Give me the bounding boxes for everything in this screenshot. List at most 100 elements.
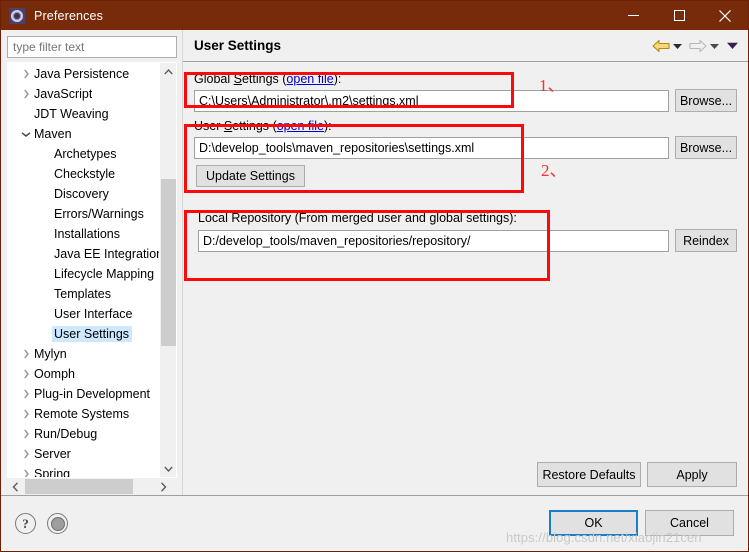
forward-menu-chevron-down-icon[interactable]	[710, 43, 719, 49]
global-browse-button[interactable]: Browse...	[675, 89, 737, 112]
tree-item-java-ee-integration[interactable]: Java EE Integration	[8, 244, 159, 264]
tree-item-oomph[interactable]: Oomph	[8, 364, 159, 384]
user-label-end: ):	[323, 119, 332, 133]
preferences-sidebar: type filter text Java Persistence JavaScr…	[1, 30, 182, 495]
preferences-window: Preferences type filter text Java Persis…	[0, 0, 749, 552]
tree-item-lifecycle-mapping[interactable]: Lifecycle Mapping	[8, 264, 159, 284]
tree-item-spring[interactable]: Spring	[8, 464, 159, 477]
tree-item-java-persistence[interactable]: Java Persistence	[8, 64, 159, 84]
chevron-right-icon[interactable]	[18, 69, 34, 79]
tree-item-user-settings[interactable]: User Settings	[8, 324, 159, 344]
scroll-right-icon[interactable]	[155, 478, 172, 495]
tree-item-server[interactable]: Server	[8, 444, 159, 464]
tree-item-installations[interactable]: Installations	[8, 224, 159, 244]
tree-item-label: Checkstyle	[54, 167, 116, 181]
apply-button[interactable]: Apply	[647, 462, 737, 487]
tree-item-user-interface[interactable]: User Interface	[8, 304, 159, 324]
scroll-up-icon[interactable]	[160, 63, 176, 80]
minimize-button[interactable]	[610, 1, 656, 30]
shell-status-icon[interactable]	[47, 513, 68, 534]
global-settings-input[interactable]: C:\Users\Administrator\.m2\settings.xml	[194, 89, 669, 112]
tree-item-label: Spring	[34, 467, 71, 477]
dialog-body: type filter text Java Persistence JavaScr…	[1, 30, 748, 495]
tree-item-label: User Interface	[54, 307, 133, 321]
chevron-right-icon[interactable]	[18, 429, 34, 439]
gear-icon	[9, 7, 25, 24]
tree-item-checkstyle[interactable]: Checkstyle	[8, 164, 159, 184]
tree-item-label: Lifecycle Mapping	[54, 267, 155, 281]
tree-vertical-scrollbar[interactable]	[159, 63, 176, 477]
chevron-right-icon[interactable]	[18, 369, 34, 379]
chevron-down-icon[interactable]	[18, 131, 34, 138]
global-label-mnemonic: S	[233, 72, 242, 86]
tree-item-remote-systems[interactable]: Remote Systems	[8, 404, 159, 424]
tree-item-label: Installations	[54, 227, 121, 241]
scroll-left-icon[interactable]	[7, 478, 24, 495]
user-settings-label: User Settings (open file):	[194, 119, 737, 133]
filter-input[interactable]: type filter text	[7, 36, 177, 58]
local-repository-label: Local Repository (From merged user and g…	[198, 211, 517, 225]
update-settings-button[interactable]: Update Settings	[196, 165, 305, 187]
tree-item-archetypes[interactable]: Archetypes	[8, 144, 159, 164]
help-icon[interactable]: ?	[15, 513, 36, 534]
tree-item-jdt-weaving[interactable]: JDT Weaving	[8, 104, 159, 124]
tree-item-label: Java Persistence	[34, 67, 130, 81]
view-menu-chevron-down-icon[interactable]	[727, 42, 738, 49]
tree-item-label: JDT Weaving	[34, 107, 109, 121]
tree-item-javascript[interactable]: JavaScript	[8, 84, 159, 104]
chevron-right-icon[interactable]	[18, 449, 34, 459]
global-label-end: ):	[333, 72, 342, 86]
tree-item-label: Server	[34, 447, 71, 461]
annotation-number-2: 2、	[541, 161, 567, 180]
forward-arrow-icon[interactable]	[689, 39, 707, 53]
global-open-file-link[interactable]: open file	[286, 72, 333, 86]
dialog-footer: ? OK Cancel https://blog.csdn.net/xiaoji…	[1, 495, 748, 551]
global-settings-label: Global Settings (open file):	[194, 72, 737, 86]
local-repository-input: D:/develop_tools/maven_repositories/repo…	[198, 229, 669, 252]
scroll-down-icon[interactable]	[160, 460, 176, 477]
user-open-file-link[interactable]: open file	[277, 119, 324, 133]
global-label-suffix: ettings (	[241, 72, 287, 86]
tree-horizontal-scrollbar[interactable]	[7, 478, 172, 495]
settings-action-buttons: Restore Defaults Apply	[537, 462, 737, 487]
chevron-right-icon[interactable]	[18, 409, 34, 419]
chevron-right-icon[interactable]	[18, 89, 34, 99]
chevron-right-icon[interactable]	[18, 389, 34, 399]
tree-item-label: Templates	[54, 287, 111, 301]
tree-item-label: Java EE Integration	[54, 247, 159, 261]
back-arrow-icon[interactable]	[652, 39, 670, 53]
watermark-text: https://blog.csdn.net/xiaojin21cen	[506, 530, 702, 545]
window-controls	[610, 1, 748, 30]
restore-defaults-button[interactable]: Restore Defaults	[537, 462, 641, 487]
tree-item-label: Discovery	[54, 187, 109, 201]
tree-item-maven[interactable]: Maven	[8, 124, 159, 144]
tree-item-label: Mylyn	[34, 347, 67, 361]
settings-panel: User Settings Global Settings (open file…	[182, 30, 748, 495]
user-browse-button[interactable]: Browse...	[675, 136, 737, 159]
tree-scrollbar-thumb[interactable]	[161, 179, 176, 346]
tree-item-label: Run/Debug	[34, 427, 98, 441]
tree-item-plug-in-development[interactable]: Plug-in Development	[8, 384, 159, 404]
page-title: User Settings	[194, 38, 282, 53]
title-bar: Preferences	[1, 1, 748, 30]
tree-item-label: Oomph	[34, 367, 75, 381]
tree-item-label: JavaScript	[34, 87, 93, 101]
tree-hscrollbar-thumb[interactable]	[25, 479, 133, 494]
chevron-right-icon[interactable]	[18, 349, 34, 359]
tree-items-container: Java Persistence JavaScript JDT Weaving Mav…	[8, 63, 159, 477]
user-label-prefix: User	[194, 119, 224, 133]
user-label-suffix: ettings (	[232, 119, 277, 133]
settings-content: Global Settings (open file): C:\Users\Ad…	[183, 62, 748, 495]
close-button[interactable]	[702, 1, 748, 30]
tree-item-discovery[interactable]: Discovery	[8, 184, 159, 204]
tree-item-run-debug[interactable]: Run/Debug	[8, 424, 159, 444]
window-title: Preferences	[34, 8, 104, 23]
maximize-button[interactable]	[656, 1, 702, 30]
chevron-right-icon[interactable]	[18, 469, 34, 477]
tree-item-errors-warnings[interactable]: Errors/Warnings	[8, 204, 159, 224]
user-settings-input[interactable]: D:\develop_tools\maven_repositories\sett…	[194, 136, 669, 159]
reindex-button[interactable]: Reindex	[675, 229, 737, 252]
tree-item-templates[interactable]: Templates	[8, 284, 159, 304]
tree-item-mylyn[interactable]: Mylyn	[8, 344, 159, 364]
back-menu-chevron-down-icon[interactable]	[673, 43, 682, 49]
